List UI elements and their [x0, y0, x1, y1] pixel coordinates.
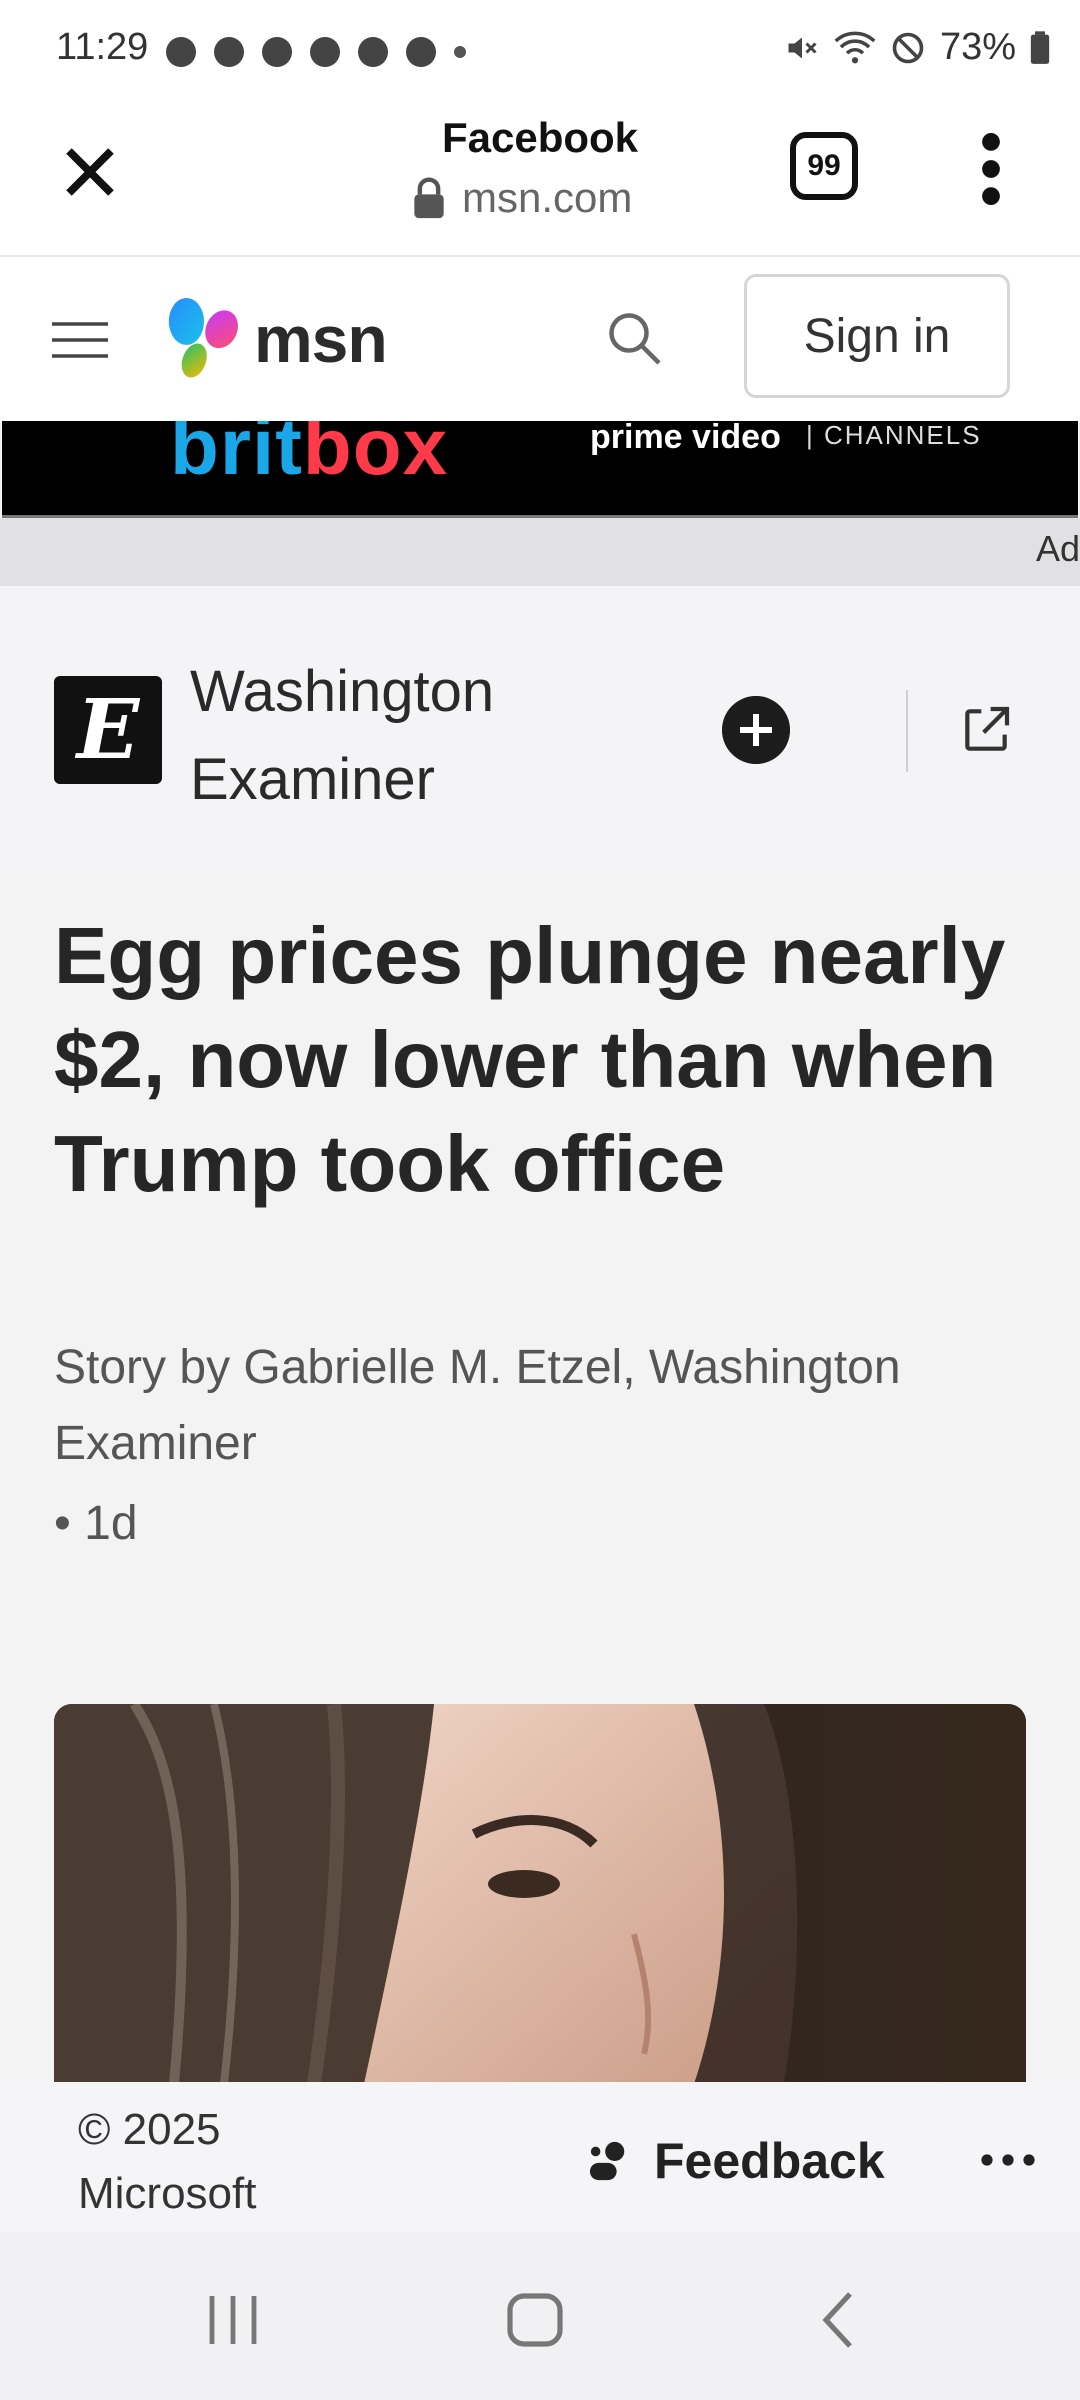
notification-icon — [358, 37, 388, 67]
publisher-name[interactable]: Washington Examiner — [190, 648, 570, 824]
home-icon[interactable] — [506, 2290, 564, 2350]
ad-brand: britbox — [170, 421, 449, 491]
notification-icon — [262, 37, 292, 67]
msn-wordmark: msn — [254, 302, 388, 376]
do-not-disturb-icon — [892, 32, 924, 63]
url-display[interactable]: msn.com — [410, 174, 632, 222]
overflow-menu-icon[interactable] — [976, 132, 1006, 206]
battery-icon — [1030, 30, 1050, 64]
ad-label-strip — [0, 518, 1080, 586]
recents-icon[interactable] — [206, 2292, 260, 2348]
ad-partner: prime video — [590, 418, 781, 456]
feedback-button[interactable]: Feedback — [586, 2132, 885, 2190]
back-icon[interactable] — [818, 2290, 858, 2350]
ad-label: Ad — [1035, 528, 1080, 569]
hamburger-menu-icon[interactable] — [52, 320, 108, 360]
sign-in-button[interactable]: Sign in — [744, 274, 1010, 398]
mute-icon — [788, 37, 817, 58]
article-headline: Egg prices plunge nearly $2, now lower t… — [54, 911, 1006, 1208]
copyright-text: © 2025 Microsoft — [78, 2105, 257, 2218]
notification-icons — [166, 36, 466, 68]
msn-logo[interactable]: msn — [162, 294, 388, 384]
more-notifications-icon — [454, 46, 466, 58]
ad-partner-suffix: | CHANNELS — [806, 420, 982, 450]
article-timestamp: • 1d — [54, 1497, 138, 1550]
article-byline: Story by Gabrielle M. Etzel, Washington … — [54, 1341, 901, 1470]
publisher-logo[interactable]: E — [54, 676, 162, 784]
notification-icon — [214, 37, 244, 67]
battery-percent: 73% — [939, 26, 1016, 68]
wifi-icon — [834, 31, 876, 63]
hero-photo — [54, 1704, 1026, 2084]
open-external-icon[interactable] — [958, 702, 1014, 758]
notification-icon — [406, 37, 436, 67]
status-time: 11:29 — [56, 26, 149, 68]
more-options-icon[interactable] — [980, 2150, 1036, 2170]
search-icon[interactable] — [604, 308, 664, 368]
lock-icon — [414, 177, 444, 219]
notification-icon — [166, 37, 196, 67]
divider — [906, 690, 908, 772]
status-right: 73% — [784, 26, 1050, 69]
feedback-icon — [589, 2141, 625, 2181]
tab-switcher-button[interactable]: 99 — [790, 132, 858, 200]
notification-icon — [310, 37, 340, 67]
feedback-label: Feedback — [654, 2133, 885, 2189]
url-text: msn.com — [462, 174, 633, 221]
close-icon[interactable] — [54, 136, 126, 208]
article-hero-image — [54, 1704, 1026, 2084]
tab-title: Facebook — [441, 114, 639, 161]
follow-plus-icon[interactable] — [722, 696, 790, 764]
msn-butterfly-icon — [168, 297, 238, 378]
